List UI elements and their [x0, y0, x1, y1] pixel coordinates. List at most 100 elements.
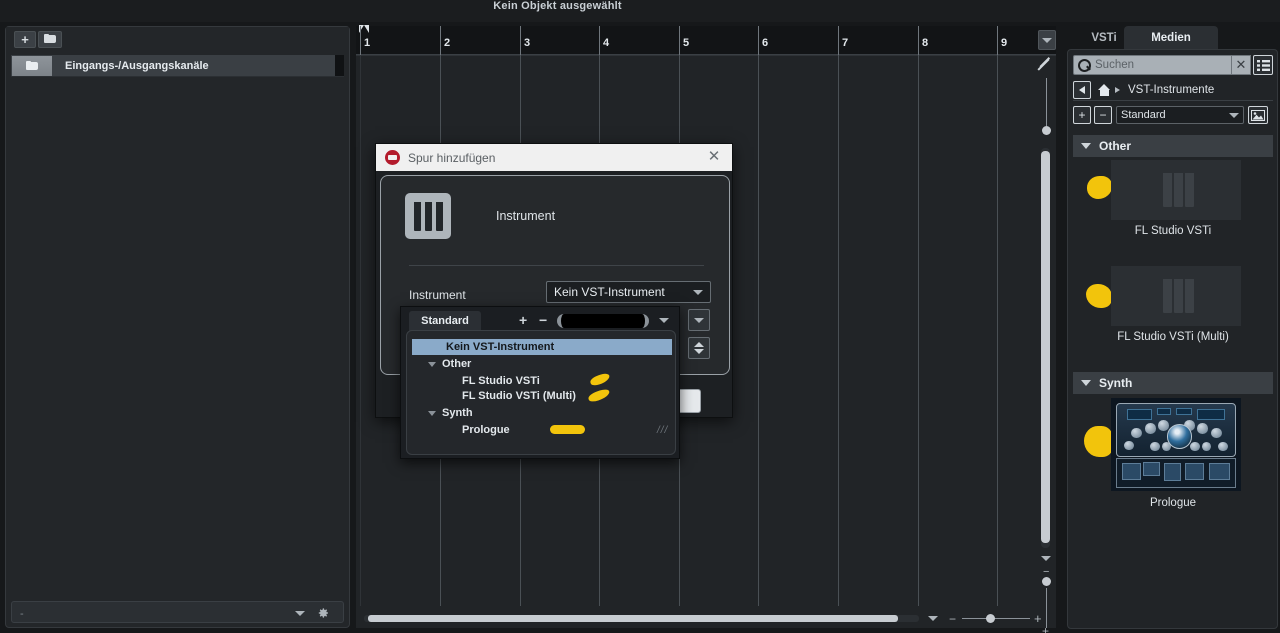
- media-thumbnail: [1111, 398, 1241, 491]
- search-placeholder: Suchen: [1095, 59, 1135, 71]
- media-bay-body: Suchen ✕ VST-Instrumente + − Standard Ot…: [1067, 49, 1278, 629]
- back-button[interactable]: [1073, 80, 1091, 99]
- dialog-divider: [409, 265, 704, 266]
- chevron-down-icon[interactable]: [295, 611, 305, 616]
- keys-icon: [1111, 160, 1241, 220]
- tab-medien[interactable]: Medien: [1124, 26, 1218, 50]
- add-track-button[interactable]: [14, 31, 36, 48]
- triangle-down-icon[interactable]: [428, 361, 436, 367]
- chevron-down-icon[interactable]: [1041, 556, 1051, 561]
- timeline-ruler[interactable]: 1 2 3 4 5 6 7 8 9: [356, 25, 1056, 55]
- media-item-label: Prologue: [1149, 497, 1197, 509]
- gear-icon[interactable]: [317, 607, 329, 619]
- ruler-bar-label: 9: [1001, 37, 1008, 49]
- zoom-slider-knob[interactable]: [986, 614, 995, 623]
- media-item-fl-studio-vsti-multi[interactable]: FL Studio VSTi (Multi): [1073, 266, 1273, 343]
- search-input[interactable]: Suchen: [1073, 55, 1233, 75]
- vertical-zoom-knob[interactable]: [1042, 126, 1051, 135]
- list-item[interactable]: FL Studio VSTi (Multi): [412, 387, 672, 404]
- list-item-label: Kein VST-Instrument: [446, 341, 555, 353]
- zoom-out-icon[interactable]: −: [949, 612, 956, 626]
- media-group-label: Synth: [1099, 376, 1133, 390]
- secondary-select-button[interactable]: [688, 309, 710, 331]
- app-logo-icon: [385, 150, 400, 165]
- popup-remove-button[interactable]: −: [539, 312, 547, 328]
- media-item-prologue[interactable]: Prologue: [1073, 398, 1273, 509]
- vertical-scrollbar[interactable]: [1041, 148, 1050, 548]
- home-icon[interactable]: [1098, 83, 1111, 96]
- preset-select[interactable]: Standard: [1116, 106, 1244, 124]
- list-item[interactable]: Kein VST-Instrument: [412, 339, 672, 355]
- list-item[interactable]: Other: [412, 356, 672, 372]
- prologue-synth-image: [1111, 398, 1241, 491]
- ruler-bar-label: 6: [762, 37, 769, 49]
- track-icon: [12, 55, 52, 76]
- list-item-label: FL Studio VSTi (Multi): [462, 390, 576, 402]
- folder-icon: [25, 61, 39, 70]
- pencil-tool-icon[interactable]: [1040, 56, 1052, 68]
- horizontal-scrollbar[interactable]: [364, 615, 919, 622]
- popup-add-button[interactable]: +: [519, 312, 527, 328]
- track-list-panel: Eingangs-/Ausgangskanäle -: [5, 26, 350, 628]
- vertical-side-controls: − +: [1036, 26, 1058, 633]
- popup-search-input[interactable]: [557, 314, 649, 328]
- media-thumbnail: [1111, 266, 1241, 326]
- remove-preset-button[interactable]: −: [1094, 106, 1112, 124]
- instrument-select[interactable]: Kein VST-Instrument: [546, 281, 711, 303]
- highlight-blob: [550, 425, 585, 434]
- track-name-label: Eingangs-/Ausgangskanäle: [65, 59, 209, 72]
- app-root: Kein Objekt ausgewählt Eingangs-/Ausgang…: [0, 0, 1280, 633]
- triangle-down-icon[interactable]: [428, 410, 436, 416]
- footer-value-label: -: [20, 608, 24, 620]
- zoom-in-icon[interactable]: +: [1042, 624, 1049, 633]
- media-bay-panel: VSTi Medien Suchen ✕ VST-Instrumente + −…: [1062, 26, 1280, 633]
- chevron-down-icon[interactable]: [659, 318, 669, 323]
- media-group-header-synth[interactable]: Synth: [1073, 372, 1273, 394]
- breadcrumb: VST-Instrumente: [1073, 79, 1273, 101]
- chevron-down-icon: [693, 289, 703, 295]
- keys-icon: [1111, 266, 1241, 326]
- popup-tab-standard[interactable]: Standard: [409, 311, 481, 331]
- ruler-menu-button[interactable]: [1038, 30, 1056, 50]
- count-stepper[interactable]: [688, 337, 710, 359]
- triangle-down-icon: [1081, 380, 1091, 386]
- list-item[interactable]: Prologue ///: [412, 422, 672, 438]
- image-icon: [1251, 109, 1265, 121]
- media-group-header-other[interactable]: Other: [1073, 135, 1273, 157]
- media-item-fl-studio-vsti[interactable]: FL Studio VSTi: [1073, 160, 1273, 237]
- list-item-label: Other: [442, 358, 472, 370]
- track-folder-button[interactable]: [38, 31, 62, 48]
- list-item[interactable]: FL Studio VSTi: [412, 372, 672, 389]
- ruler-bar-label: 3: [524, 37, 531, 49]
- triangle-down-icon: [1081, 143, 1091, 149]
- top-status-bar: Kein Objekt ausgewählt: [0, 0, 1280, 22]
- preset-row: + − Standard: [1073, 105, 1273, 125]
- dialog-titlebar[interactable]: Spur hinzufügen ✕: [376, 144, 732, 171]
- stepper-down-icon[interactable]: [694, 349, 704, 354]
- resize-handle[interactable]: ///: [657, 425, 668, 436]
- stepper-up-icon[interactable]: [694, 342, 704, 347]
- clear-search-button[interactable]: ✕: [1231, 55, 1251, 75]
- close-icon[interactable]: ✕: [706, 149, 722, 165]
- list-view-toggle-button[interactable]: [1253, 55, 1273, 75]
- media-search-row: Suchen ✕: [1073, 55, 1273, 75]
- dialog-instrument-header: Instrument: [405, 193, 555, 239]
- vertical-zoom-track: [1046, 78, 1047, 126]
- instrument-list: Kein VST-Instrument Other FL Studio VSTi…: [406, 330, 676, 455]
- horizontal-scrollbar-thumb[interactable]: [368, 615, 898, 622]
- ruler-bar-label: 7: [842, 37, 849, 49]
- instrument-browser-popup: Standard + − Kein VST-Instrument Other F…: [400, 306, 680, 459]
- list-item[interactable]: Synth: [412, 405, 672, 421]
- add-preset-button[interactable]: +: [1073, 106, 1091, 124]
- breadcrumb-label[interactable]: VST-Instrumente: [1128, 84, 1214, 96]
- media-bay-tabs: VSTi Medien: [1062, 26, 1280, 50]
- vertical-zoom-slider-knob[interactable]: [1042, 577, 1051, 586]
- list-icon: [1256, 59, 1270, 71]
- track-list-footer[interactable]: -: [11, 601, 344, 623]
- horizontal-zoom-control[interactable]: − +: [928, 611, 1048, 626]
- chevron-down-icon[interactable]: [928, 616, 938, 621]
- vertical-scrollbar-thumb[interactable]: [1041, 151, 1050, 543]
- plus-icon: [21, 33, 29, 47]
- thumbnail-view-button[interactable]: [1248, 106, 1268, 124]
- track-row[interactable]: Eingangs-/Ausgangskanäle: [11, 55, 344, 77]
